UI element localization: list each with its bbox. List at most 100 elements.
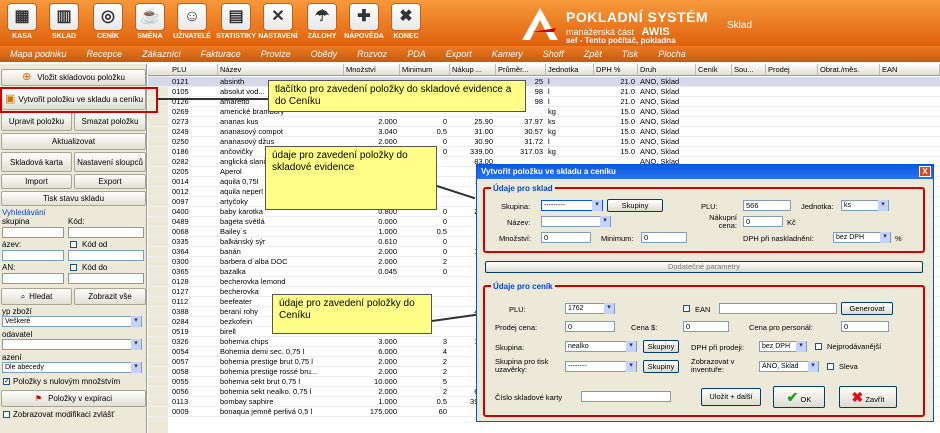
- percent-label: %: [895, 234, 902, 243]
- name-input[interactable]: [2, 250, 64, 261]
- export-button[interactable]: Export: [74, 174, 146, 189]
- menu-item[interactable]: Provize: [251, 49, 301, 59]
- toolbar-statistiky-button[interactable]: ▤ STATISTIKY: [216, 3, 256, 45]
- menu-item[interactable]: Recepce: [77, 49, 133, 59]
- bestseller-checkbox[interactable]: [815, 343, 822, 350]
- group2-select[interactable]: nealko: [565, 341, 637, 352]
- stock-card-button[interactable]: Skladová karta: [1, 152, 72, 172]
- menu-item[interactable]: Fakturace: [191, 49, 251, 59]
- table-row[interactable]: 0121 absinth 25 l 21.0 ANO, Sklad: [148, 77, 940, 87]
- search-button[interactable]: ⌕ Hledat: [1, 288, 72, 305]
- code-from-input[interactable]: [68, 250, 144, 261]
- unit-select[interactable]: ks: [841, 200, 889, 211]
- column-header[interactable]: Ceník: [696, 64, 732, 75]
- toolbar-nápověda-button[interactable]: ✚ NÁPOVĚDA: [344, 3, 384, 45]
- menu-item[interactable]: Rozvoz: [347, 49, 397, 59]
- show-modified-checkbox[interactable]: [3, 411, 10, 418]
- groups2-button[interactable]: Skupiny: [643, 340, 679, 353]
- sell-price-input[interactable]: 0: [565, 321, 615, 332]
- minimum-input[interactable]: 0: [641, 232, 687, 243]
- add-stock-button[interactable]: ⊕ Vložit skladovou položku: [1, 69, 146, 86]
- plu2-select[interactable]: 1762: [565, 303, 615, 314]
- edit-item-button[interactable]: Upravit položku: [1, 112, 72, 131]
- menu-item[interactable]: Zákazníci: [132, 49, 191, 59]
- columns-settings-button[interactable]: Nastavení sloupců: [74, 152, 146, 172]
- column-header[interactable]: Minimum: [400, 64, 450, 75]
- toolbar-sklad-button[interactable]: ▥ SKLAD: [44, 3, 84, 45]
- discount-checkbox[interactable]: [827, 363, 834, 370]
- groups3-button[interactable]: Skupiny: [643, 360, 679, 373]
- vat-sale-select[interactable]: bez DPH: [759, 341, 807, 352]
- column-header[interactable]: Množství: [344, 64, 400, 75]
- code-to-input[interactable]: [68, 273, 144, 284]
- menu-item[interactable]: Tisk: [612, 49, 648, 59]
- expire-button[interactable]: ⚑ Položky v expiraci: [1, 390, 146, 407]
- table-row[interactable]: 0249 ananasový compot 3.040 0.5 31.00 30.57 kg…: [148, 127, 940, 137]
- column-header[interactable]: EAN: [880, 64, 940, 75]
- group-select[interactable]: ---------: [541, 200, 603, 211]
- ean-input[interactable]: [2, 273, 64, 284]
- toolbar-zálohy-button[interactable]: ☂ ZÁLOHY: [302, 3, 342, 45]
- staff-price-input[interactable]: 0: [841, 321, 889, 332]
- print-stock-button[interactable]: Tisk stavu skladu: [1, 191, 146, 206]
- sort-select[interactable]: Dle abecedy: [2, 362, 142, 373]
- column-header[interactable]: Průměr...: [496, 64, 546, 75]
- print-group-select[interactable]: --------: [565, 361, 637, 372]
- column-header[interactable]: Sou...: [732, 64, 766, 75]
- column-header[interactable]: Druh: [638, 64, 696, 75]
- generate-button[interactable]: Generovat: [841, 302, 893, 315]
- zero-qty-checkbox[interactable]: ✓: [3, 378, 10, 385]
- show-all-button[interactable]: Zobrazit vše: [74, 288, 146, 305]
- type-select[interactable]: Veškeré: [2, 316, 142, 327]
- column-header[interactable]: PLU: [170, 64, 218, 75]
- vat-select[interactable]: bez DPH: [833, 232, 891, 243]
- menu-item[interactable]: Obědy: [301, 49, 348, 59]
- groups-button[interactable]: Skupiny: [607, 199, 663, 212]
- save-next-button[interactable]: Uložit + další: [701, 388, 761, 406]
- import-button[interactable]: Import: [1, 174, 72, 189]
- menu-item[interactable]: Mapa podniku: [0, 49, 77, 59]
- inventory-select[interactable]: ANO, Sklad: [759, 361, 819, 372]
- toolbar-konec-button[interactable]: ✖ KONEC: [386, 3, 426, 45]
- column-header[interactable]: Název: [218, 64, 344, 75]
- menu-item[interactable]: Kamery: [482, 49, 533, 59]
- column-header[interactable]: Prodej: [766, 64, 818, 75]
- ok-button[interactable]: ✔ OK: [773, 386, 825, 408]
- table-cell: 175.000: [369, 407, 397, 416]
- refresh-button[interactable]: Aktualizovat: [1, 133, 146, 150]
- stock-card-input[interactable]: [581, 391, 671, 402]
- supplier-select[interactable]: [2, 339, 142, 350]
- table-row[interactable]: 0105 absolut vod... 98 l 21.0 ANO, Sklad: [148, 87, 940, 97]
- ean-input[interactable]: [719, 303, 837, 314]
- code-from-checkbox[interactable]: [70, 241, 77, 248]
- buy-price-input[interactable]: 0: [743, 216, 783, 227]
- ean-checkbox[interactable]: [683, 305, 690, 312]
- menu-item[interactable]: Zpět: [574, 49, 612, 59]
- plu-input[interactable]: 566: [743, 200, 791, 211]
- toolbar-ceník-button[interactable]: ◎ CENÍK: [88, 3, 128, 45]
- menu-item[interactable]: PDA: [397, 49, 436, 59]
- column-header[interactable]: DPH %: [594, 64, 638, 75]
- toolbar-uživatelé-button[interactable]: ☺ UŽIVATELÉ: [172, 3, 212, 45]
- column-header[interactable]: Nákup ...: [450, 64, 496, 75]
- name-select[interactable]: [541, 216, 611, 227]
- cancel-button[interactable]: ✖ Zavřít: [839, 386, 897, 408]
- menu-item[interactable]: Shoff: [533, 49, 574, 59]
- table-row[interactable]: 0269 americké brambory kg 15.0 ANO, Sklad: [148, 107, 940, 117]
- table-row[interactable]: 0273 ananas kus 2.000 0 25.90 37.97 ks 15.0 ANO,…: [148, 117, 940, 127]
- quantity-input[interactable]: 0: [541, 232, 591, 243]
- code-to-checkbox[interactable]: [70, 264, 77, 271]
- column-header[interactable]: Obrat./měs.: [818, 64, 880, 75]
- group-input[interactable]: [2, 227, 64, 238]
- code-input[interactable]: [68, 227, 144, 238]
- toolbar-kasa-button[interactable]: ▦ KASA: [2, 3, 42, 45]
- close-icon[interactable]: X: [919, 166, 931, 177]
- toolbar-směna-button[interactable]: ☕ SMĚNA: [130, 3, 170, 45]
- price-usd-input[interactable]: 0: [683, 321, 729, 332]
- toolbar-nastavení-button[interactable]: ✕ NASTAVENÍ: [258, 3, 298, 45]
- menu-item[interactable]: Plocha: [648, 49, 696, 59]
- extra-params-button[interactable]: Dodatečné parametry: [485, 261, 923, 273]
- column-header[interactable]: Jednotka: [546, 64, 594, 75]
- delete-item-button[interactable]: Smazat položku: [74, 112, 146, 131]
- menu-item[interactable]: Export: [436, 49, 482, 59]
